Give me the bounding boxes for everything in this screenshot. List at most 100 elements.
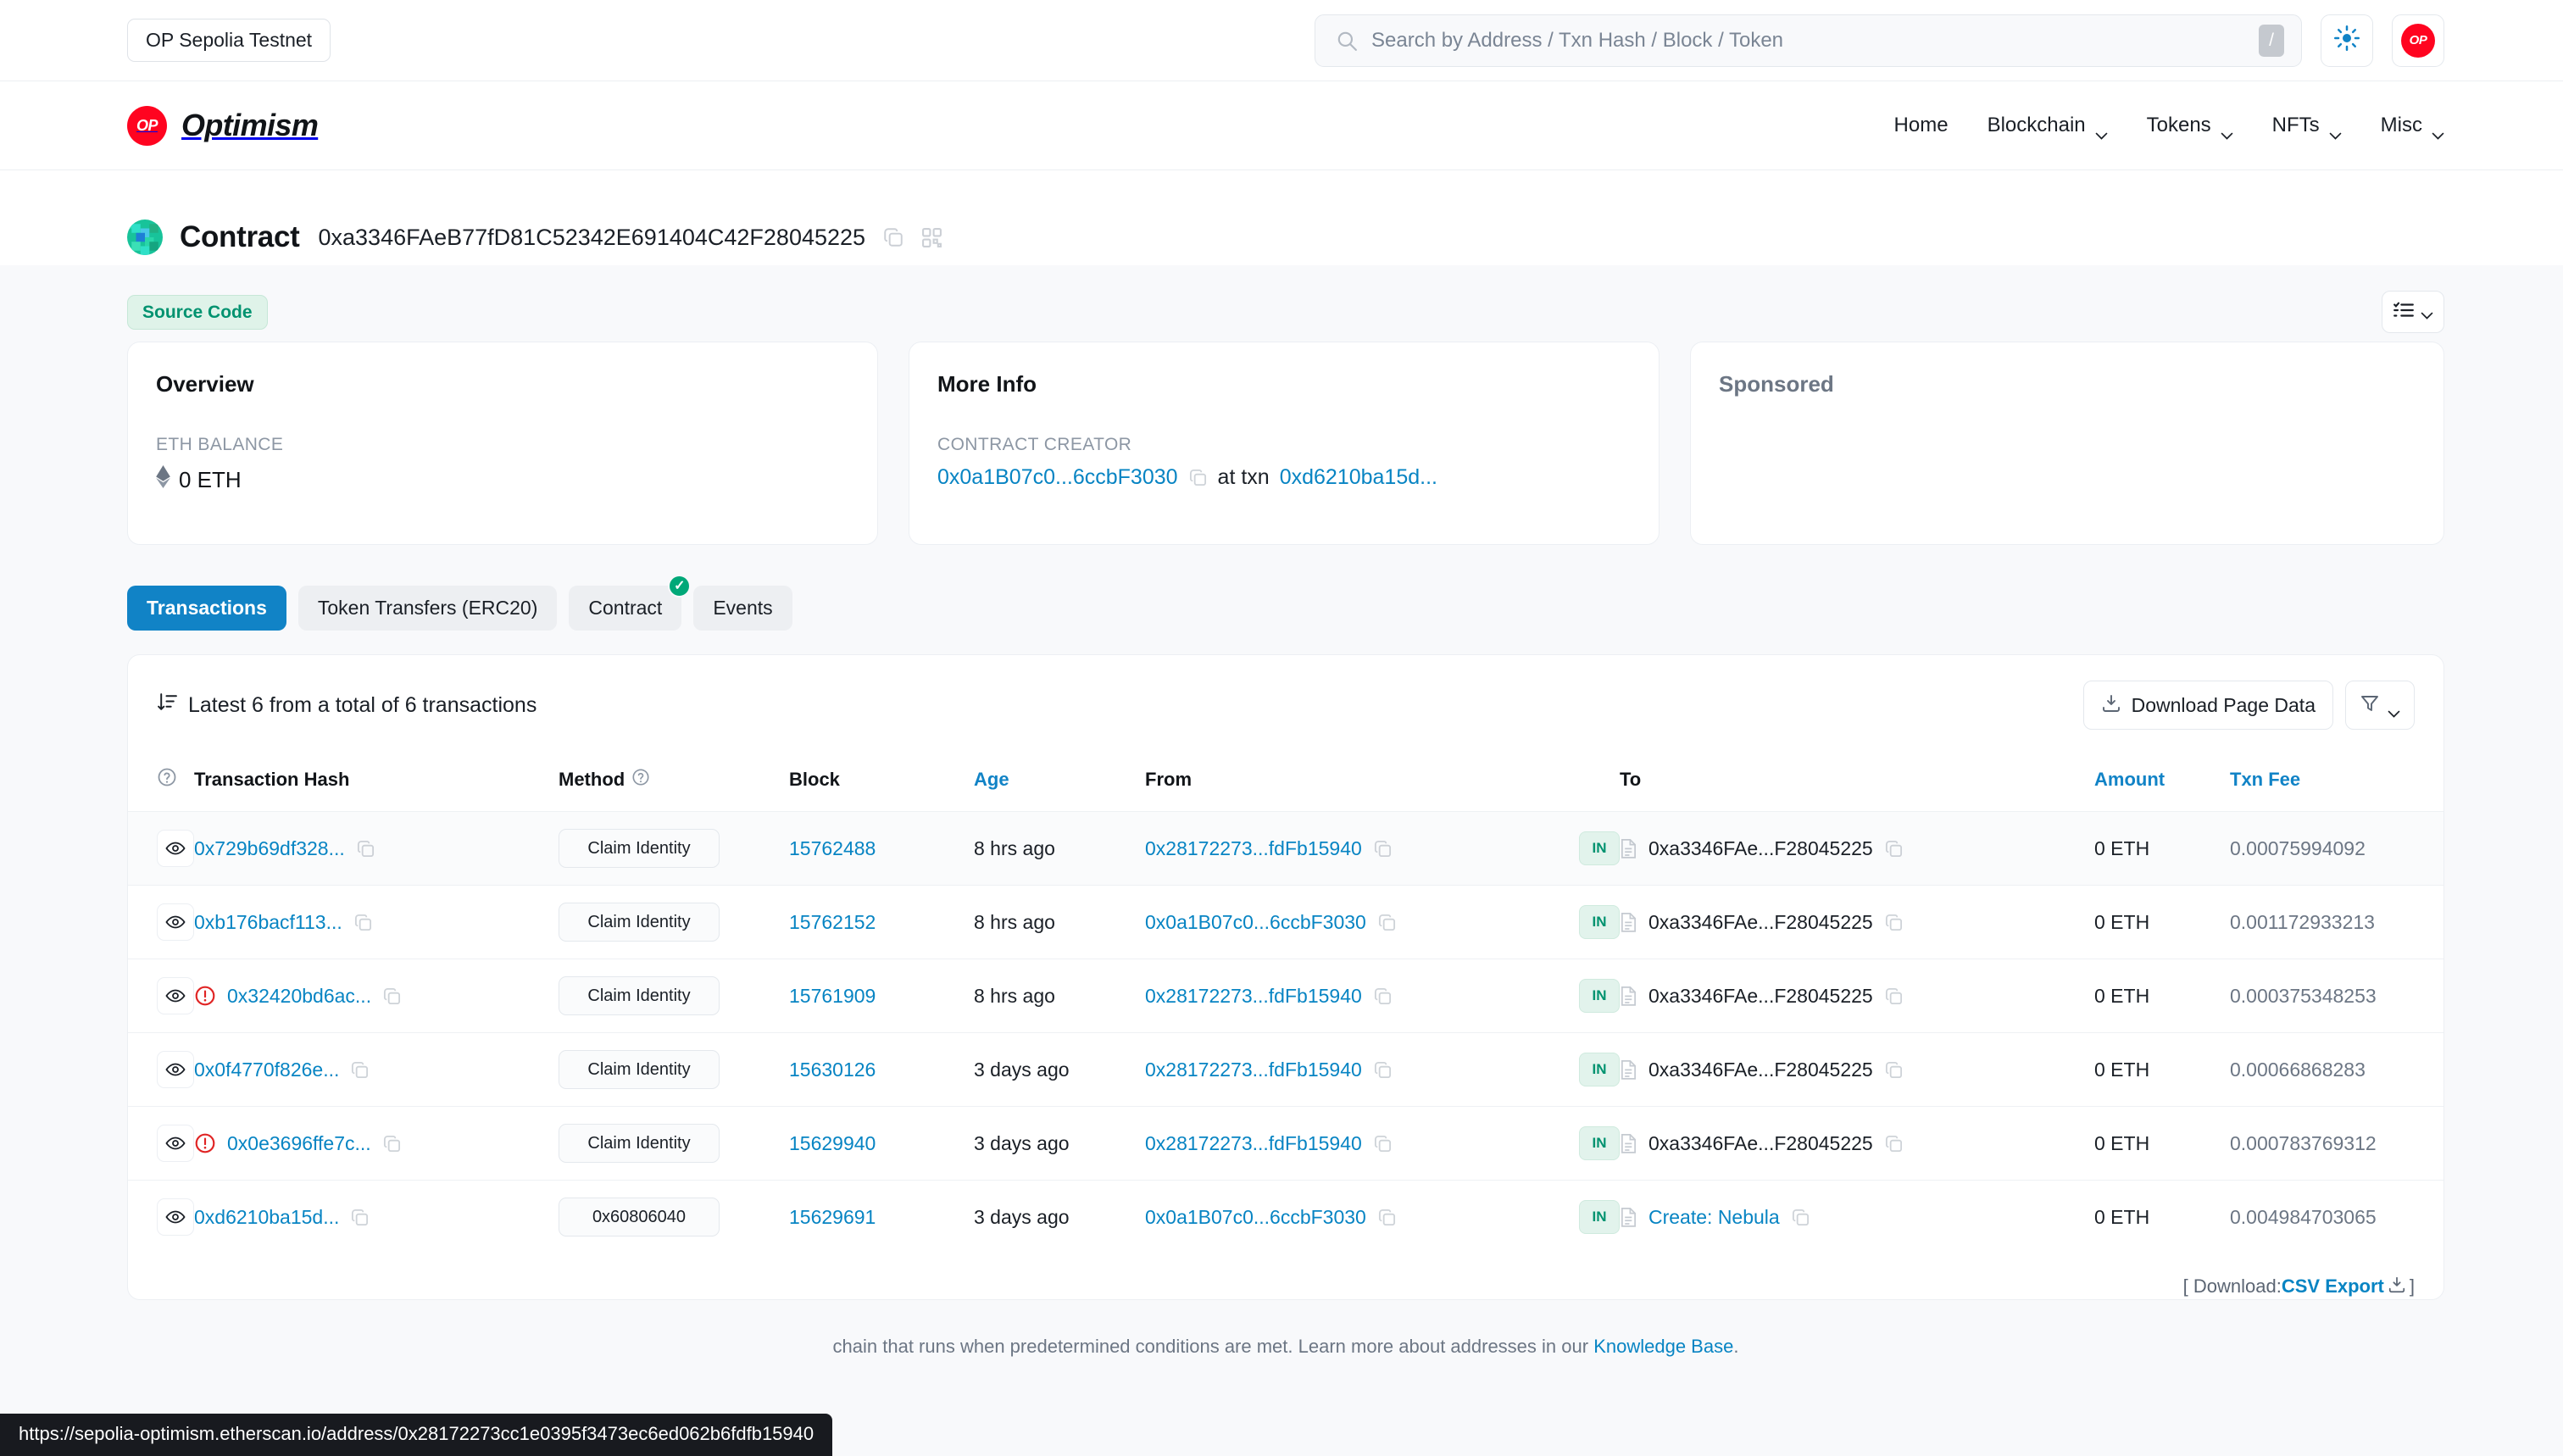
transaction-hash-link[interactable]: 0x32420bd6ac... [227, 985, 371, 1008]
method-chip[interactable]: Claim Identity [559, 1124, 720, 1163]
csv-export-link[interactable]: CSV Export [2282, 1275, 2384, 1299]
search-input[interactable] [1371, 14, 2259, 66]
sort-descending-icon[interactable] [157, 692, 178, 719]
page-title: Contract [180, 220, 300, 253]
qr-code-icon[interactable] [921, 227, 942, 248]
row-method-cell: 0x60806040 [559, 1181, 789, 1254]
copy-icon[interactable] [350, 1060, 370, 1080]
method-chip[interactable]: Claim Identity [559, 976, 720, 1015]
block-link[interactable]: 15629940 [789, 1132, 876, 1154]
to-address-link[interactable]: Create: Nebula [1648, 1206, 1780, 1229]
filter-button[interactable] [2345, 681, 2415, 730]
column-header-to: To [1620, 753, 2094, 812]
row-from-cell: 0x0a1B07c0...6ccbF3030 [1145, 885, 1579, 959]
preview-eye-icon[interactable] [157, 977, 194, 1014]
copy-icon[interactable] [382, 986, 402, 1006]
download-page-data-button[interactable]: Download Page Data [2082, 681, 2333, 730]
transaction-hash-link[interactable]: 0x729b69df328... [194, 837, 345, 860]
brand-logo[interactable]: OP Optimism [127, 105, 319, 146]
column-header-amount[interactable]: Amount [2094, 753, 2230, 812]
question-circle-icon[interactable] [157, 768, 177, 792]
copy-icon[interactable] [1188, 468, 1208, 487]
preview-eye-icon[interactable] [157, 903, 194, 941]
row-direction-cell: IN [1579, 885, 1620, 959]
row-preview-cell [128, 811, 194, 886]
copy-icon[interactable] [1373, 839, 1393, 859]
network-selector[interactable]: OP Sepolia Testnet [127, 19, 331, 62]
account-button[interactable]: OP [2392, 14, 2444, 67]
creator-txn-link[interactable]: 0xd6210ba15d... [1280, 465, 1437, 490]
block-link[interactable]: 15762152 [789, 911, 876, 933]
contract-creator-address-link[interactable]: 0x0a1B07c0...6ccbF3030 [937, 465, 1178, 490]
column-header-age[interactable]: Age [974, 753, 1145, 812]
tab-transactions[interactable]: Transactions [127, 586, 286, 631]
method-chip[interactable]: Claim Identity [559, 903, 720, 942]
contract-doc-icon [1620, 986, 1637, 1007]
question-circle-icon[interactable] [631, 768, 650, 792]
preview-eye-icon[interactable] [157, 830, 194, 867]
from-address-link[interactable]: 0x0a1B07c0...6ccbF3030 [1145, 911, 1366, 934]
copy-icon[interactable] [1884, 839, 1904, 859]
nav-item-blockchain[interactable]: Blockchain [1988, 114, 2108, 140]
tab-token-transfers[interactable]: Token Transfers (ERC20) [297, 586, 558, 631]
copy-icon[interactable] [1373, 1060, 1393, 1080]
direction-badge: IN [1579, 831, 1620, 865]
copy-icon[interactable] [353, 913, 373, 932]
preview-eye-icon[interactable] [157, 1125, 194, 1162]
copy-icon[interactable] [1377, 1208, 1397, 1227]
contract-doc-icon [1620, 1207, 1637, 1228]
block-link[interactable]: 15629691 [789, 1206, 876, 1228]
from-address-link[interactable]: 0x28172273...fdFb15940 [1145, 837, 1362, 860]
copy-icon[interactable] [1884, 1134, 1904, 1153]
from-address-link[interactable]: 0x0a1B07c0...6ccbF3030 [1145, 1206, 1366, 1229]
method-chip[interactable]: Claim Identity [559, 829, 720, 868]
preview-eye-icon[interactable] [157, 1198, 194, 1236]
row-to-cell: 0xa3346FAe...F28045225 [1620, 885, 2094, 959]
chevron-down-icon [2432, 122, 2444, 140]
copy-icon[interactable] [1884, 986, 1904, 1006]
footer-text-after: . [1733, 1336, 1739, 1357]
nav-item-home[interactable]: Home [1894, 114, 1949, 137]
preview-eye-icon[interactable] [157, 1051, 194, 1088]
from-address-link[interactable]: 0x28172273...fdFb15940 [1145, 1132, 1362, 1155]
block-link[interactable]: 15761909 [789, 985, 876, 1007]
copy-icon[interactable] [1373, 986, 1393, 1006]
table-row: 0x0f4770f826e... Claim Identity 15630126 3 … [128, 1032, 2443, 1107]
theme-toggle-button[interactable] [2321, 14, 2373, 67]
tab-events[interactable]: Events [693, 586, 792, 631]
copy-icon[interactable] [882, 226, 904, 248]
knowledge-base-link[interactable]: Knowledge Base [1593, 1336, 1733, 1357]
transaction-hash-link[interactable]: 0xb176bacf113... [194, 911, 342, 934]
copy-icon[interactable] [350, 1208, 370, 1227]
copy-icon[interactable] [1373, 1134, 1393, 1153]
copy-icon[interactable] [1791, 1208, 1810, 1227]
nav-label: NFTs [2271, 114, 2320, 136]
copy-icon[interactable] [356, 839, 375, 859]
to-address-text: 0xa3346FAe...F28045225 [1648, 836, 1873, 859]
overview-card: Overview ETH BALANCE 0 ETH [127, 342, 878, 545]
column-header-txn-fee[interactable]: Txn Fee [2230, 753, 2443, 812]
search-box[interactable]: / [1315, 14, 2302, 67]
main-navigation: OP Optimism Home Blockchain Tokens NFTs … [0, 81, 2563, 170]
from-address-link[interactable]: 0x28172273...fdFb15940 [1145, 985, 1362, 1008]
view-mode-toggle[interactable] [2382, 291, 2444, 333]
transaction-hash-link[interactable]: 0x0f4770f826e... [194, 1059, 339, 1081]
nav-item-nfts[interactable]: NFTs [2271, 114, 2342, 140]
copy-icon[interactable] [1884, 1060, 1904, 1080]
from-address-link[interactable]: 0x28172273...fdFb15940 [1145, 1059, 1362, 1081]
method-chip[interactable]: Claim Identity [559, 1050, 720, 1089]
nav-item-tokens[interactable]: Tokens [2147, 114, 2233, 140]
copy-icon[interactable] [1884, 913, 1904, 932]
tab-contract[interactable]: Contract ✓ [569, 575, 692, 631]
copy-icon[interactable] [382, 1134, 402, 1153]
transaction-hash-link[interactable]: 0xd6210ba15d... [194, 1206, 339, 1229]
transaction-hash-link[interactable]: 0x0e3696ffe7c... [227, 1132, 371, 1155]
contract-doc-icon [1620, 1133, 1637, 1154]
block-link[interactable]: 15762488 [789, 837, 876, 859]
row-block-cell: 15630126 [789, 1032, 974, 1107]
block-link[interactable]: 15630126 [789, 1059, 876, 1081]
nav-item-misc[interactable]: Misc [2381, 114, 2444, 140]
source-code-badge[interactable]: Source Code [127, 294, 268, 330]
copy-icon[interactable] [1377, 913, 1397, 932]
method-chip[interactable]: 0x60806040 [559, 1198, 720, 1236]
